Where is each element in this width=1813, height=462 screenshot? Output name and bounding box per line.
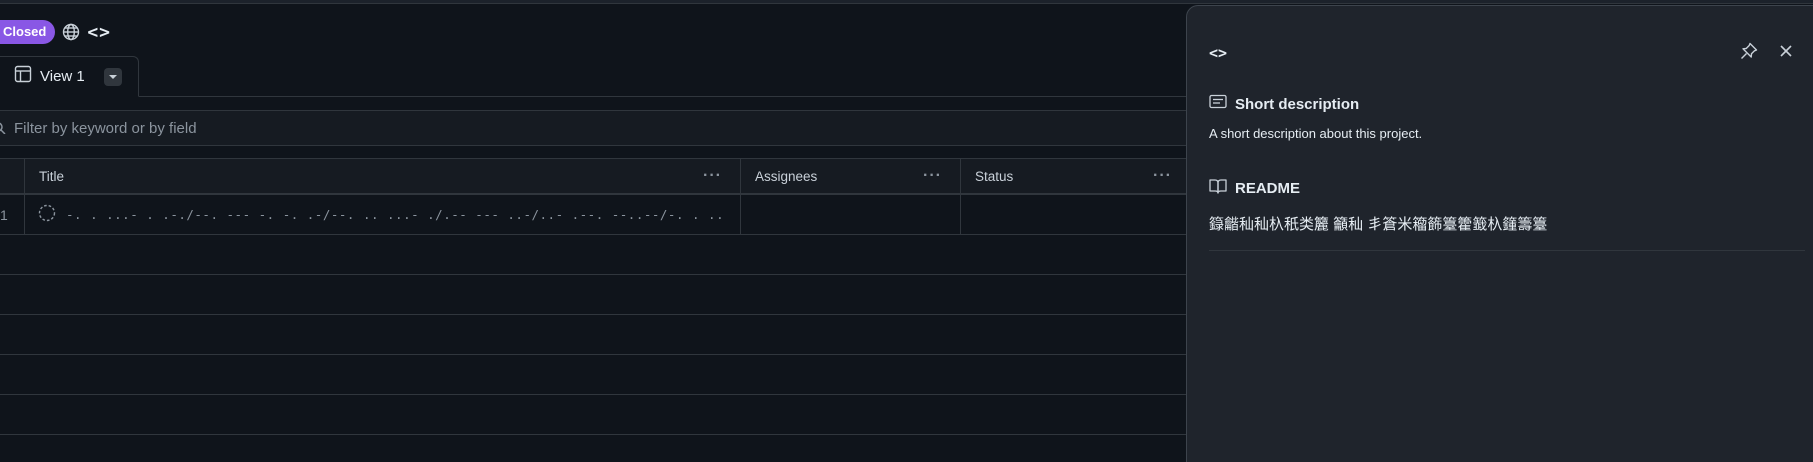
- empty-row: [0, 315, 1190, 355]
- column-label: Assignees: [755, 168, 818, 184]
- readme-heading: README: [1235, 180, 1301, 197]
- globe-icon[interactable]: [61, 22, 81, 42]
- table-row[interactable]: 1 -. . ...- . .-./--. --- -. -. .-/--. .…: [0, 195, 1190, 235]
- row-number-header: [0, 159, 25, 193]
- project-details-panel: <> Short description A short description…: [1186, 5, 1813, 462]
- row-title[interactable]: -. . ...- . .-./--. --- -. -. .-/--. .. …: [66, 207, 726, 222]
- readme-text: 籙龤秈秈杁秖类籭 籲秈 丯篬米籕籂籉籗籖杁籦籌籉: [1209, 216, 1548, 233]
- column-label: Status: [975, 168, 1014, 184]
- column-menu-icon[interactable]: ···: [1153, 167, 1172, 185]
- short-description-section: Short description: [1209, 94, 1359, 115]
- table-icon: [14, 65, 32, 88]
- chevron-down-icon: [109, 74, 117, 79]
- column-status[interactable]: Status ···: [961, 159, 1190, 193]
- row-number: 1: [0, 195, 25, 234]
- assignees-cell[interactable]: [741, 195, 961, 234]
- divider: [1209, 250, 1805, 251]
- status-cell[interactable]: [961, 195, 1190, 234]
- column-menu-icon[interactable]: ···: [923, 167, 942, 185]
- short-description-text: A short description about this project.: [1209, 126, 1423, 141]
- description-icon: [1209, 94, 1227, 115]
- empty-row: [0, 235, 1190, 275]
- filter-bar[interactable]: Filter by keyword or by field: [0, 110, 1190, 146]
- close-icon[interactable]: [1777, 42, 1795, 60]
- short-description-heading: Short description: [1235, 96, 1360, 113]
- project-table: Title ··· Assignees ··· Status ··· 1 -.: [0, 158, 1190, 435]
- tab-label: View 1: [40, 68, 85, 85]
- table-header: Title ··· Assignees ··· Status ···: [0, 158, 1190, 195]
- column-assignees[interactable]: Assignees ···: [741, 159, 961, 193]
- project-page: Closed <> View 1 Filter by keyword or by…: [0, 0, 1813, 462]
- project-header: Closed <>: [0, 20, 111, 44]
- empty-row: [0, 355, 1190, 395]
- column-label: Title: [39, 168, 65, 184]
- pin-icon[interactable]: [1739, 41, 1759, 61]
- tab-options-button[interactable]: [104, 67, 122, 86]
- column-title[interactable]: Title ···: [25, 159, 741, 193]
- filter-input[interactable]: Filter by keyword or by field: [14, 120, 197, 137]
- view-tabs: View 1: [0, 56, 1190, 97]
- empty-row: [0, 275, 1190, 315]
- panel-title: <>: [1209, 44, 1228, 62]
- title-cell[interactable]: -. . ...- . .-./--. --- -. -. .-/--. .. …: [25, 195, 741, 234]
- top-border: [0, 0, 1813, 4]
- book-icon: [1209, 178, 1227, 199]
- column-menu-icon[interactable]: ···: [703, 167, 722, 185]
- draft-issue-icon: [38, 204, 56, 225]
- status-badge: Closed: [0, 20, 56, 44]
- search-icon: [0, 121, 6, 135]
- empty-row: [0, 395, 1190, 435]
- project-title: <>: [87, 21, 112, 43]
- tab-view-1[interactable]: View 1: [0, 56, 139, 97]
- readme-section: README: [1209, 178, 1300, 199]
